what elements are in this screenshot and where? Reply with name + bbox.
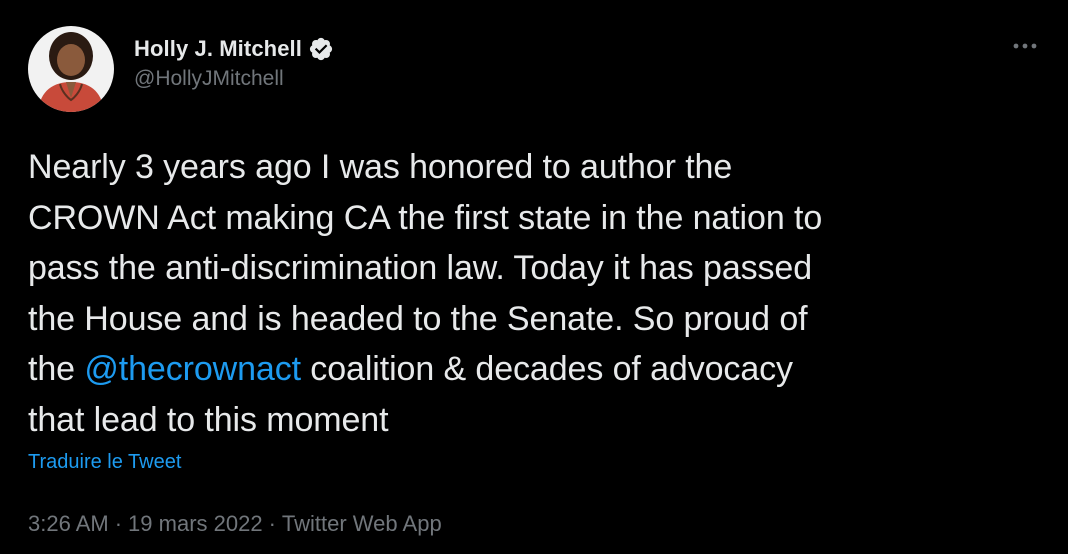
meta-separator: · [114,511,123,536]
tweet-line: the @thecrownact coalition & decades of … [28,344,1038,395]
mention-link[interactable]: @thecrownact [84,350,301,388]
tweet-line: pass the anti-discrimination law. Today … [28,249,813,287]
tweet-meta: 3:26 AM · 19 mars 2022 · Twitter Web App [28,511,442,537]
tweet-line: that lead to this moment [28,400,389,439]
name-row: Holly J. Mitchell [134,34,334,64]
tweet-source[interactable]: Twitter Web App [282,511,442,536]
verified-badge-icon [308,36,334,62]
tweet-line: Nearly 3 years ago I was honored to auth… [28,148,733,186]
tweet-line: CROWN Act making CA the first state in t… [28,198,823,237]
line-suffix: coalition & decades of advocacy [300,350,793,388]
tweet-time[interactable]: 3:26 AM [28,511,109,536]
handle[interactable]: @HollyJMitchell [134,67,334,91]
translate-tweet-link[interactable]: Traduire le Tweet [28,451,181,474]
avatar[interactable] [28,26,114,112]
more-options-icon[interactable] [1010,36,1040,56]
avatar-image [28,26,114,112]
meta-separator: · [268,511,276,536]
tweet-text: Nearly 3 years ago I was honored to auth… [28,142,1038,445]
tweet: Holly J. Mitchell @HollyJMitchell Nearly… [0,0,1068,554]
author-block: Holly J. Mitchell @HollyJMitchell [134,34,334,91]
line-prefix: the [28,350,85,388]
tweet-line: the House and is headed to the Senate. S… [28,299,808,338]
display-name[interactable]: Holly J. Mitchell [134,36,302,62]
tweet-date[interactable]: 19 mars 2022 [128,511,263,536]
